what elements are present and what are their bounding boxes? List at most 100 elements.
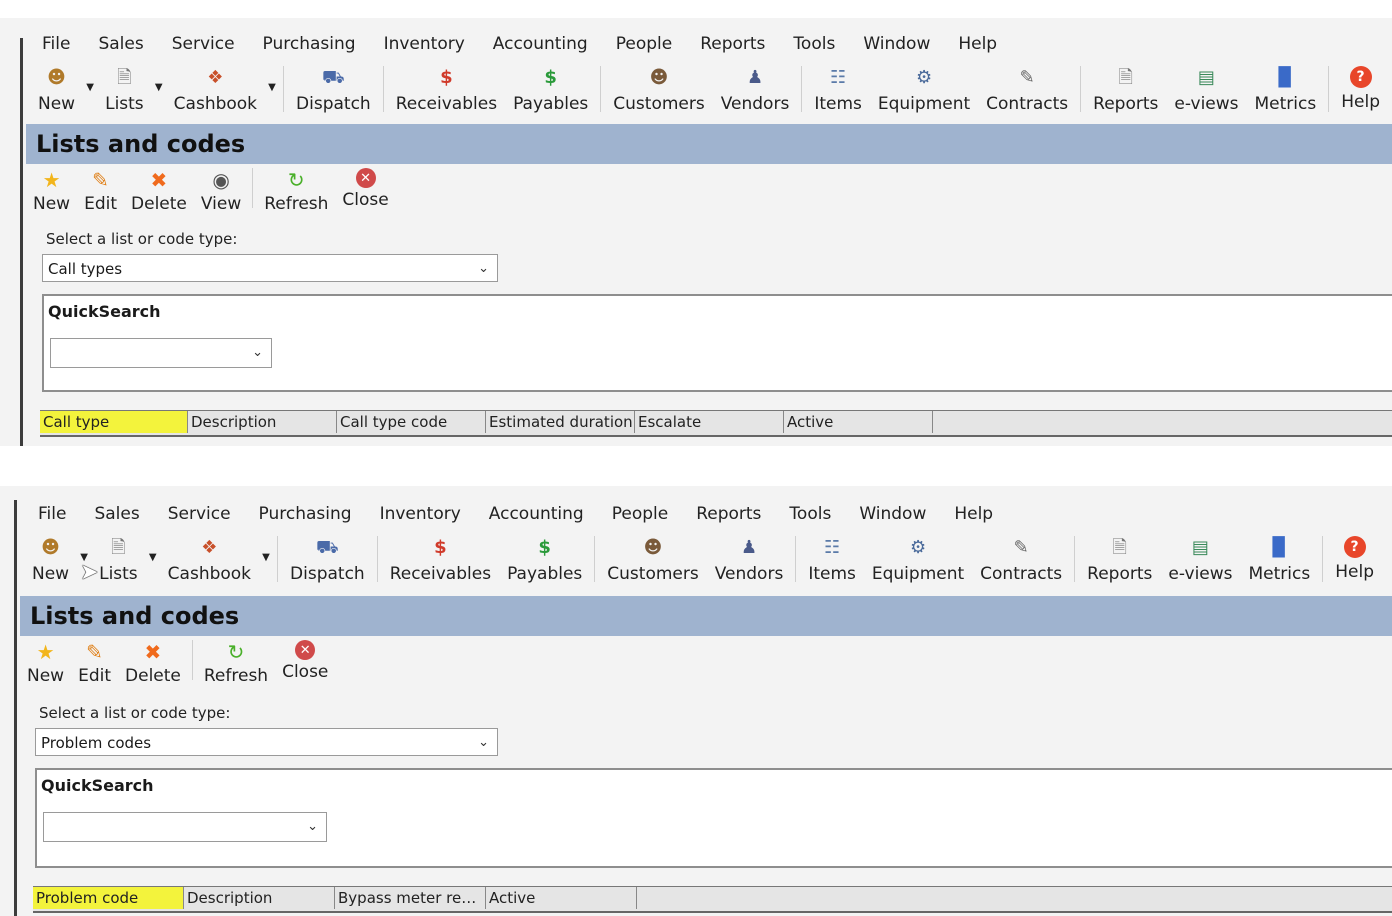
delete-button[interactable]: ✖ Delete bbox=[124, 164, 194, 214]
list-type-select[interactable]: Call types ⌄ bbox=[42, 254, 498, 282]
column-header-bypass-meter[interactable]: Bypass meter re… bbox=[335, 887, 486, 909]
column-header-active[interactable]: Active bbox=[486, 887, 637, 909]
lists-button[interactable]: 🗎 Lists bbox=[97, 62, 152, 115]
dollar-out-icon: $ bbox=[544, 67, 557, 88]
menu-people[interactable]: People bbox=[602, 34, 686, 54]
column-header-problem-code[interactable]: Problem code bbox=[33, 887, 184, 909]
close-button[interactable]: ✕ Close bbox=[275, 636, 335, 682]
vendors-button[interactable]: ♟ Vendors bbox=[707, 532, 792, 585]
main-toolbar: ☻ New ▼ 🗎 Lists ▼ ❖ Cashbook ▼ ⛟ Dispatch $ R… bbox=[30, 62, 1388, 120]
new-item-button[interactable]: ★ New bbox=[20, 636, 71, 686]
menu-purchasing[interactable]: Purchasing bbox=[249, 34, 370, 54]
menu-purchasing[interactable]: Purchasing bbox=[245, 504, 366, 524]
toolbar-separator bbox=[376, 536, 378, 582]
column-header-estimated-duration[interactable]: Estimated duration bbox=[486, 411, 635, 433]
screenshot-call-types: File Sales Service Purchasing Inventory … bbox=[0, 18, 1392, 446]
delete-x-icon: ✖ bbox=[144, 640, 162, 664]
refresh-button[interactable]: ↻ Refresh bbox=[257, 164, 335, 214]
contracts-button[interactable]: ✎ Contracts bbox=[972, 532, 1070, 585]
edit-button[interactable]: ✎ Edit bbox=[77, 164, 124, 214]
items-button[interactable]: ☷ Items bbox=[806, 62, 870, 115]
toolbar-separator bbox=[594, 536, 596, 582]
menu-accounting[interactable]: Accounting bbox=[475, 504, 598, 524]
menu-file[interactable]: File bbox=[28, 34, 84, 54]
new-button[interactable]: ☻ New bbox=[30, 62, 83, 115]
eviews-icon: ▤ bbox=[1191, 537, 1209, 558]
customers-icon: ☻ bbox=[649, 67, 669, 88]
menu-help[interactable]: Help bbox=[944, 34, 1011, 54]
eviews-button[interactable]: ▤ e-views bbox=[1160, 532, 1240, 585]
menu-reports[interactable]: Reports bbox=[686, 34, 779, 54]
lists-dropdown-arrow[interactable]: ▼ bbox=[152, 82, 166, 93]
menu-reports[interactable]: Reports bbox=[682, 504, 775, 524]
toolbar-separator bbox=[382, 66, 384, 112]
menu-sales[interactable]: Sales bbox=[84, 34, 157, 54]
menu-service[interactable]: Service bbox=[158, 34, 249, 54]
vendors-button[interactable]: ♟ Vendors bbox=[713, 62, 798, 115]
payables-button[interactable]: $ Payables bbox=[499, 532, 590, 585]
edit-button[interactable]: ✎ Edit bbox=[71, 636, 118, 686]
cashbook-button[interactable]: ❖ Cashbook bbox=[166, 62, 265, 115]
bar-chart-icon: ▉ bbox=[1272, 537, 1287, 558]
quicksearch-label: QuickSearch bbox=[48, 302, 161, 321]
menu-accounting[interactable]: Accounting bbox=[479, 34, 602, 54]
menu-sales[interactable]: Sales bbox=[80, 504, 153, 524]
reports-button[interactable]: 🗎 Reports bbox=[1079, 532, 1160, 585]
binoculars-icon: ◉ bbox=[212, 168, 230, 192]
view-button[interactable]: ◉ View bbox=[194, 164, 248, 214]
lists-dropdown-arrow[interactable]: ▼ bbox=[146, 552, 160, 563]
metrics-button[interactable]: ▉ Metrics bbox=[1241, 532, 1319, 585]
equipment-button[interactable]: ⚙ Equipment bbox=[864, 532, 972, 585]
menu-inventory[interactable]: Inventory bbox=[366, 504, 475, 524]
customers-button[interactable]: ☻ Customers bbox=[605, 62, 712, 115]
column-header-call-type-code[interactable]: Call type code bbox=[337, 411, 486, 433]
items-button[interactable]: ☷ Items bbox=[800, 532, 864, 585]
menu-inventory[interactable]: Inventory bbox=[370, 34, 479, 54]
contracts-button[interactable]: ✎ Contracts bbox=[978, 62, 1076, 115]
column-header-description[interactable]: Description bbox=[188, 411, 337, 433]
column-header-active[interactable]: Active bbox=[784, 411, 933, 433]
close-button[interactable]: ✕ Close bbox=[335, 164, 395, 210]
menu-service[interactable]: Service bbox=[154, 504, 245, 524]
help-button[interactable]: ? Help bbox=[1327, 532, 1382, 582]
menu-file[interactable]: File bbox=[24, 504, 80, 524]
customers-button[interactable]: ☻ Customers bbox=[599, 532, 706, 585]
dispatch-button[interactable]: ⛟ Dispatch bbox=[282, 532, 373, 585]
help-button[interactable]: ? Help bbox=[1333, 62, 1388, 112]
contract-pen-icon: ✎ bbox=[1019, 67, 1035, 88]
column-header-escalate[interactable]: Escalate bbox=[635, 411, 784, 433]
window-border bbox=[20, 38, 23, 446]
toolbar-separator bbox=[1080, 66, 1082, 112]
column-header-call-type[interactable]: Call type bbox=[40, 411, 188, 433]
delete-button[interactable]: ✖ Delete bbox=[118, 636, 188, 686]
menu-tools[interactable]: Tools bbox=[779, 34, 849, 54]
column-header-description[interactable]: Description bbox=[184, 887, 335, 909]
cashbook-dropdown-arrow[interactable]: ▼ bbox=[259, 552, 273, 563]
menu-help[interactable]: Help bbox=[940, 504, 1007, 524]
menu-window[interactable]: Window bbox=[849, 34, 944, 54]
equipment-button[interactable]: ⚙ Equipment bbox=[870, 62, 978, 115]
refresh-button[interactable]: ↻ Refresh bbox=[197, 636, 275, 686]
dispatch-button[interactable]: ⛟ Dispatch bbox=[288, 62, 379, 115]
quicksearch-select[interactable]: ⌄ bbox=[50, 338, 272, 368]
payables-button[interactable]: $ Payables bbox=[505, 62, 596, 115]
list-type-select[interactable]: Problem codes ⌄ bbox=[35, 728, 498, 756]
metrics-button[interactable]: ▉ Metrics bbox=[1247, 62, 1325, 115]
reports-button[interactable]: 🗎 Reports bbox=[1085, 62, 1166, 115]
new-button[interactable]: ☻ New bbox=[24, 532, 77, 585]
people-new-icon: ☻ bbox=[41, 537, 60, 558]
quicksearch-select[interactable]: ⌄ bbox=[43, 812, 327, 842]
cashbook-dropdown-arrow[interactable]: ▼ bbox=[265, 82, 279, 93]
lists-button[interactable]: 🗎 Lists bbox=[91, 532, 146, 585]
panel-title: Lists and codes bbox=[26, 124, 1392, 164]
menu-tools[interactable]: Tools bbox=[775, 504, 845, 524]
menu-window[interactable]: Window bbox=[845, 504, 940, 524]
new-item-button[interactable]: ★ New bbox=[26, 164, 77, 214]
receivables-button[interactable]: $ Receivables bbox=[388, 62, 505, 115]
receivables-button[interactable]: $ Receivables bbox=[382, 532, 499, 585]
cashbook-button[interactable]: ❖ Cashbook bbox=[160, 532, 259, 585]
new-dropdown-arrow[interactable]: ▼ bbox=[83, 82, 97, 93]
truck-icon: ⛟ bbox=[316, 537, 339, 558]
eviews-button[interactable]: ▤ e-views bbox=[1166, 62, 1246, 115]
menu-people[interactable]: People bbox=[598, 504, 682, 524]
